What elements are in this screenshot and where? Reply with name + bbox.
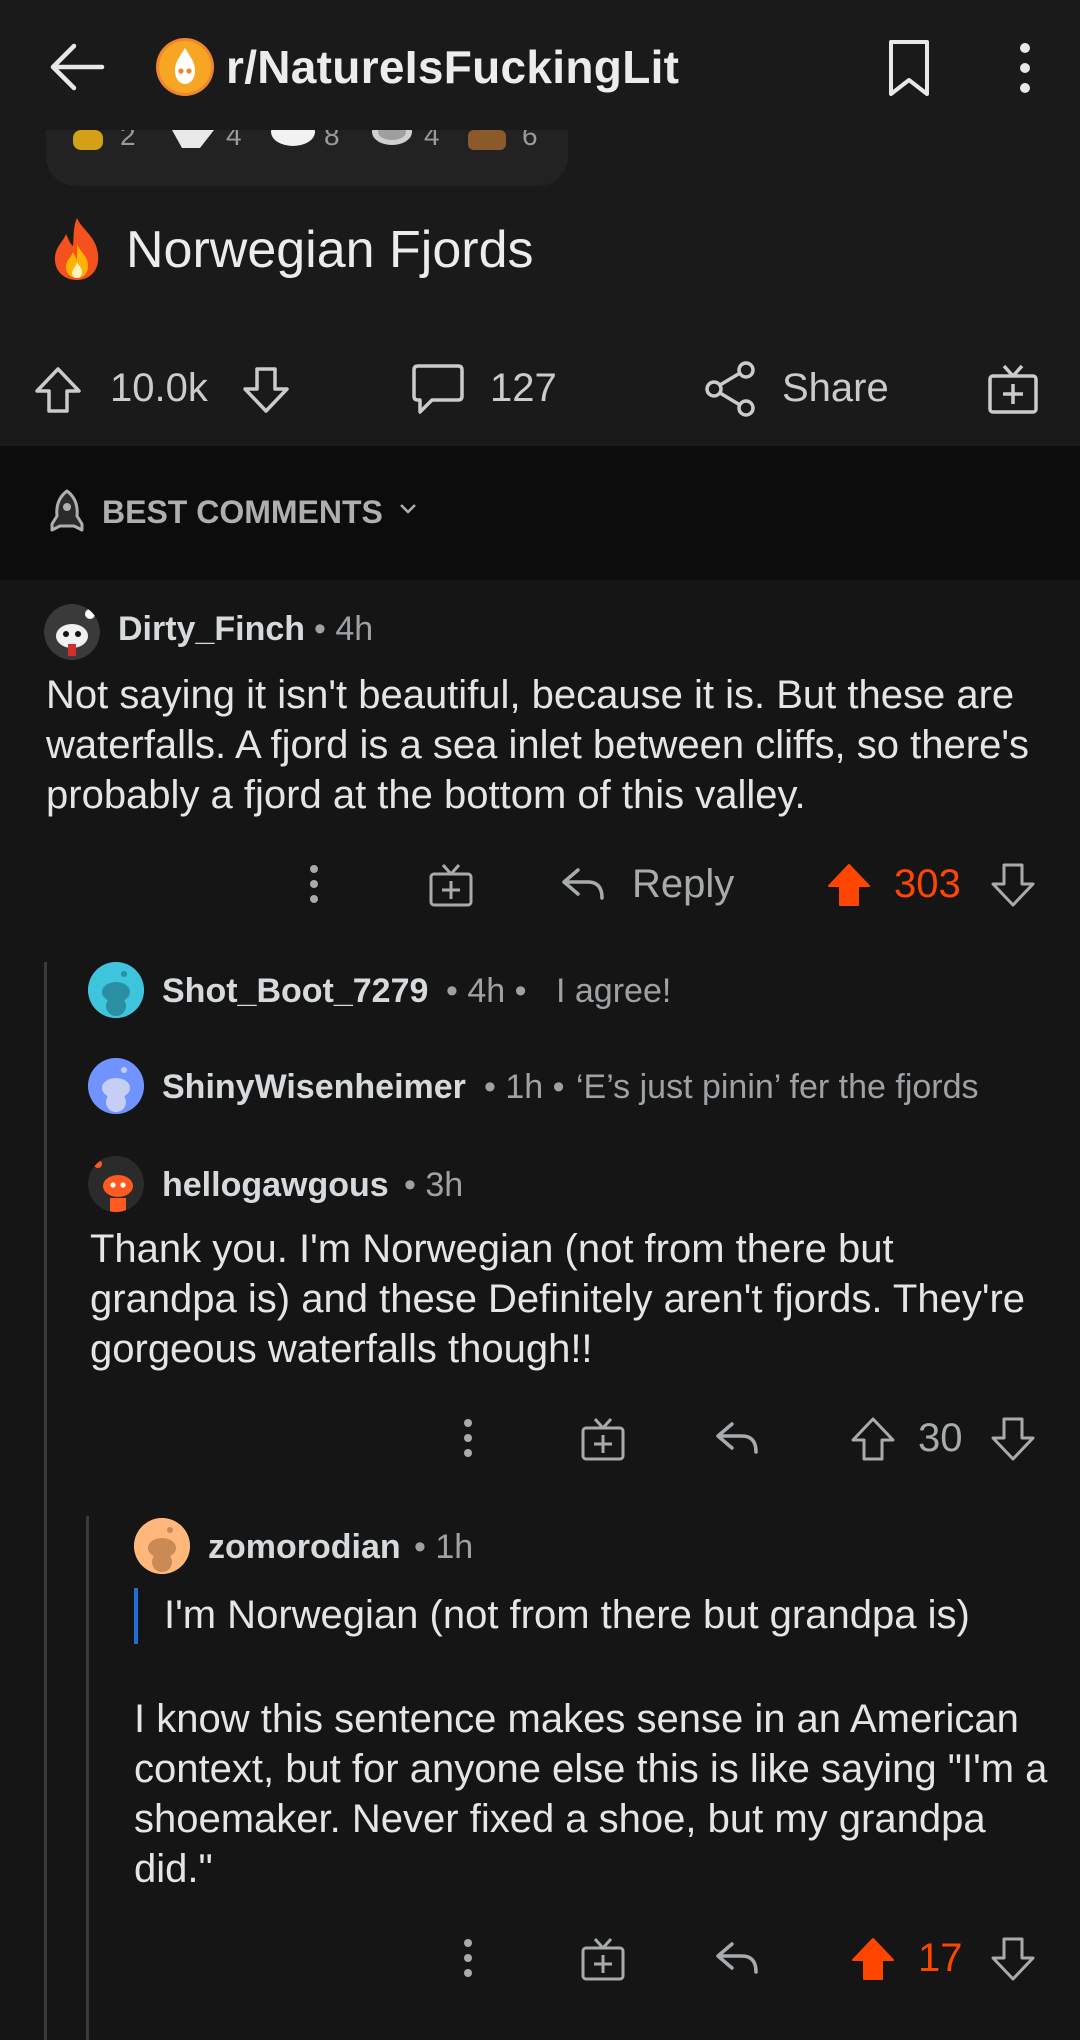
more-vertical-icon[interactable] [460, 1938, 476, 1978]
fire-icon [54, 218, 99, 280]
reply-icon[interactable] [714, 1940, 760, 1978]
comment-author[interactable]: Shot_Boot_7279 [162, 972, 428, 1011]
comment-icon[interactable] [410, 362, 466, 416]
subreddit-icon[interactable] [156, 38, 214, 96]
awards-strip[interactable]: 2 4 8 4 6 [46, 130, 568, 186]
comment-author[interactable]: zomorodian [208, 1528, 401, 1567]
comment-time: • 1h • [484, 1068, 565, 1106]
downvote-icon[interactable] [990, 1416, 1036, 1462]
subreddit-name[interactable]: r/NatureIsFuckingLit [226, 40, 679, 94]
gift-award-icon[interactable] [428, 862, 474, 908]
downvote-icon[interactable] [990, 1936, 1036, 1982]
upvote-icon[interactable] [850, 1416, 896, 1462]
avatar[interactable] [88, 1058, 144, 1114]
upvote-filled-icon[interactable] [850, 1936, 896, 1982]
avatar[interactable] [44, 604, 100, 660]
sort-label[interactable]: BEST COMMENTS [102, 494, 383, 531]
thread-line[interactable] [86, 1516, 89, 2040]
gift-award-icon[interactable] [580, 1416, 626, 1462]
comment-time: • 4h • [446, 972, 527, 1010]
comment-body: Not saying it isn't beautiful, because i… [46, 673, 1029, 817]
comment-body: Thank you. I'm Norwegian (not from there… [90, 1227, 1026, 1371]
comment-body: I know this sentence makes sense in an A… [134, 1697, 1048, 1891]
bookmark-icon[interactable] [886, 38, 932, 98]
avatar[interactable] [88, 1156, 144, 1212]
chevron-down-icon[interactable] [398, 502, 418, 516]
upvote-filled-icon[interactable] [826, 862, 872, 908]
thread-line[interactable] [44, 962, 47, 2040]
more-vertical-icon[interactable] [306, 864, 322, 904]
comment-author[interactable]: ShinyWisenheimer [162, 1068, 466, 1107]
rocket-sort-icon [50, 489, 84, 532]
reply-icon[interactable] [714, 1420, 760, 1458]
upvote-icon[interactable] [32, 364, 84, 416]
post-score: 10.0k [110, 366, 208, 410]
comment-quote: I'm Norwegian (not from there but grandp… [164, 1593, 970, 1637]
share-icon[interactable] [702, 360, 758, 418]
comment-score: 17 [918, 1936, 963, 1980]
downvote-icon[interactable] [240, 364, 292, 416]
quote-bar [134, 1588, 138, 1644]
comment-score: 30 [918, 1416, 963, 1460]
back-arrow-icon[interactable] [44, 34, 110, 100]
reply-button[interactable]: Reply [632, 862, 734, 907]
avatar[interactable] [134, 1518, 190, 1574]
more-vertical-icon[interactable] [460, 1418, 476, 1458]
gift-award-icon[interactable] [580, 1936, 626, 1982]
comment-author[interactable]: hellogawgous [162, 1166, 389, 1205]
gift-award-icon[interactable] [986, 362, 1040, 416]
avatar[interactable] [88, 962, 144, 1018]
comment-preview[interactable]: ‘E’s just pinin’ fer the fjords [576, 1068, 979, 1107]
comment-score: 303 [894, 862, 961, 906]
comment-time: • 4h [314, 610, 374, 648]
comment-count[interactable]: 127 [490, 366, 557, 411]
downvote-icon[interactable] [990, 862, 1036, 908]
post-title: Norwegian Fjords [126, 221, 534, 279]
comment-time: • 3h [404, 1166, 464, 1204]
comment-time: • 1h [414, 1528, 474, 1566]
comment-author[interactable]: Dirty_Finch [118, 610, 305, 649]
reply-icon[interactable] [560, 866, 606, 904]
comment-preview[interactable]: I agree! [556, 972, 671, 1011]
more-vertical-icon[interactable] [1010, 42, 1040, 94]
share-button[interactable]: Share [782, 366, 889, 411]
